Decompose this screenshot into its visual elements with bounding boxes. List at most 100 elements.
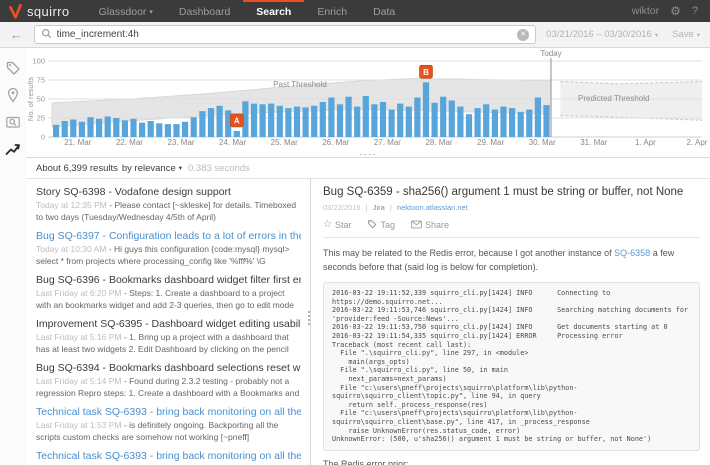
chart-bar[interactable] — [432, 103, 438, 137]
chart-bar[interactable] — [156, 123, 162, 137]
tag-button[interactable]: Tag — [367, 219, 395, 231]
results-over-time-chart[interactable]: 0255075100No. of resultsPast ThresholdPr… — [26, 48, 710, 158]
result-item-title[interactable]: Bug SQ-6397 - Configuration leads to a l… — [36, 229, 301, 243]
chart-bar[interactable] — [371, 104, 377, 137]
chart-bar[interactable] — [105, 117, 111, 138]
chart-bar[interactable] — [535, 98, 541, 138]
chart-bar[interactable] — [311, 106, 317, 137]
chart-bar[interactable] — [285, 108, 291, 137]
pin-icon[interactable] — [5, 87, 21, 103]
chart-bar[interactable] — [96, 119, 102, 137]
chart-bar[interactable] — [122, 120, 128, 137]
result-item[interactable]: Story SQ-6398 - Vodafone design support … — [36, 185, 301, 223]
result-item[interactable]: Improvement SQ-6395 - Dashboard widget e… — [36, 317, 301, 355]
nav-item-data[interactable]: Data — [360, 0, 408, 22]
chart-bar[interactable] — [268, 104, 274, 137]
result-item[interactable]: Bug SQ-6394 - Bookmarks dashboard select… — [36, 361, 301, 399]
clear-search-icon[interactable]: ✕ — [517, 29, 529, 41]
chart-bar[interactable] — [70, 120, 76, 138]
chart-bar[interactable] — [483, 104, 489, 137]
search-input[interactable] — [57, 29, 513, 40]
squirro-logo[interactable]: squirro — [0, 0, 86, 22]
chart-bar[interactable] — [354, 107, 360, 137]
search-box[interactable]: ✕ — [34, 25, 537, 44]
chart-bar[interactable] — [148, 121, 154, 137]
detail-domain-link[interactable]: nektoon.atlassian.net — [397, 203, 468, 212]
chart-bar[interactable] — [509, 108, 515, 137]
result-item-title[interactable]: Story SQ-6398 - Vodafone design support — [36, 185, 301, 199]
chart-bar[interactable] — [320, 102, 326, 137]
result-item[interactable]: Bug SQ-6396 - Bookmarks dashboard widget… — [36, 273, 301, 311]
chart-bar[interactable] — [414, 98, 420, 138]
chart-bar[interactable] — [500, 107, 506, 137]
chart-bar[interactable] — [87, 117, 93, 137]
chart-bar[interactable] — [440, 97, 446, 137]
result-item-title[interactable]: Improvement SQ-6395 - Dashboard widget e… — [36, 317, 301, 331]
nav-item-glassdoor[interactable]: Glassdoor▾ — [86, 0, 166, 22]
result-item-title[interactable]: Bug SQ-6396 - Bookmarks dashboard widget… — [36, 273, 301, 287]
date-range-picker[interactable]: 03/21/2016 – 03/30/2016 ▾ — [546, 29, 658, 40]
nav-item-dashboard[interactable]: Dashboard — [166, 0, 243, 22]
issue-link[interactable]: SQ-6358 — [614, 248, 650, 258]
nav-item-enrich[interactable]: Enrich — [304, 0, 360, 22]
detail-source-link[interactable]: Jira — [373, 203, 385, 212]
chart-bar[interactable] — [277, 106, 283, 137]
share-button[interactable]: Share — [411, 220, 449, 231]
chart-bar[interactable] — [389, 110, 395, 137]
chart-bar[interactable] — [165, 124, 171, 137]
chart-bar[interactable] — [303, 107, 309, 137]
save-button[interactable]: Save ▾ — [672, 29, 700, 40]
result-item-title[interactable]: Technical task SQ-6393 - bring back moni… — [36, 449, 301, 463]
chart-bar[interactable] — [208, 108, 214, 137]
chart-bar[interactable] — [234, 131, 240, 137]
chart-bar[interactable] — [423, 82, 429, 137]
chart-resize-handle[interactable]: ···· — [359, 151, 376, 159]
chart-bar[interactable] — [526, 110, 532, 137]
chart-bar[interactable] — [217, 106, 223, 137]
chart-bar[interactable] — [53, 125, 59, 137]
sort-dropdown[interactable]: by relevance ▾ — [122, 163, 182, 174]
chart-bar[interactable] — [346, 97, 352, 137]
trends-icon[interactable] — [5, 141, 21, 157]
result-item-title[interactable]: Technical task SQ-6393 - bring back moni… — [36, 405, 301, 419]
result-item[interactable]: Technical task SQ-6393 - bring back moni… — [36, 405, 301, 443]
gear-icon[interactable]: ⚙ — [670, 4, 681, 18]
chart-bar[interactable] — [363, 96, 369, 137]
chart-bar[interactable] — [449, 101, 455, 138]
chart-bar[interactable] — [113, 118, 119, 137]
chart-bar[interactable] — [294, 107, 300, 137]
back-arrow-icon[interactable]: ← — [10, 28, 26, 41]
chart-bar[interactable] — [406, 107, 412, 137]
user-menu[interactable]: wiktor — [632, 5, 659, 17]
result-item-title[interactable]: Bug SQ-6394 - Bookmarks dashboard select… — [36, 361, 301, 375]
tags-icon[interactable] — [5, 60, 21, 76]
chart-bar[interactable] — [79, 122, 85, 137]
result-item-snippet: Last Friday at 6:20 PM - Steps: 1. Creat… — [36, 287, 301, 311]
result-item[interactable]: Bug SQ-6397 - Configuration leads to a l… — [36, 229, 301, 267]
chart-bar[interactable] — [397, 104, 403, 137]
chart-bar[interactable] — [199, 111, 205, 137]
chart-bar[interactable] — [139, 123, 145, 137]
help-icon[interactable]: ? — [692, 5, 698, 17]
chart-bar[interactable] — [251, 104, 257, 137]
chart-bar[interactable] — [466, 114, 472, 137]
chart-bar[interactable] — [182, 122, 188, 137]
result-item[interactable]: Technical task SQ-6393 - bring back moni… — [36, 449, 301, 465]
chart-bar[interactable] — [62, 121, 68, 137]
media-search-icon[interactable] — [5, 114, 21, 130]
column-resize-handle[interactable] — [308, 311, 310, 325]
star-button[interactable]: ☆ Star — [323, 220, 351, 230]
chart-bar[interactable] — [475, 108, 481, 137]
chart-bar[interactable] — [492, 110, 498, 137]
chart-bar[interactable] — [380, 102, 386, 137]
chart-bar[interactable] — [328, 98, 334, 138]
chart-bar[interactable] — [337, 104, 343, 137]
chart-bar[interactable] — [173, 124, 179, 137]
nav-item-search[interactable]: Search — [243, 0, 304, 22]
chart-bar[interactable] — [543, 105, 549, 137]
chart-bar[interactable] — [518, 112, 524, 137]
chart-bar[interactable] — [457, 107, 463, 137]
chart-bar[interactable] — [130, 119, 136, 137]
chart-bar[interactable] — [260, 104, 266, 137]
chart-bar[interactable] — [191, 117, 197, 137]
